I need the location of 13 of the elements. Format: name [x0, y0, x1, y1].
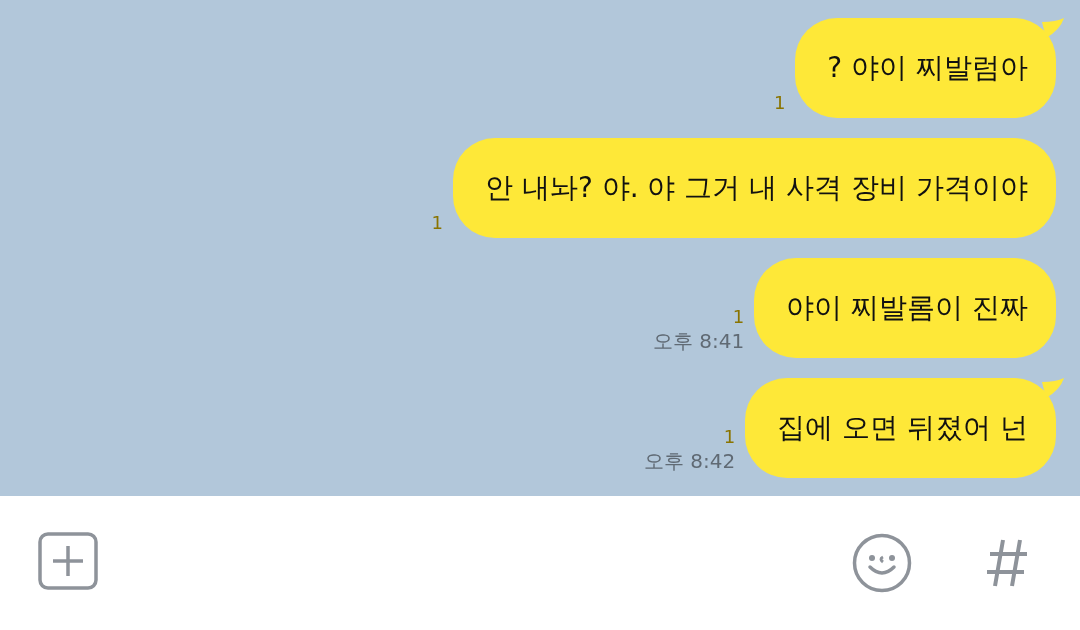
message-time: 오후 8:41 — [652, 328, 745, 354]
unread-count: 1 — [723, 426, 736, 448]
add-icon[interactable] — [38, 532, 98, 590]
emoji-icon[interactable] — [852, 533, 912, 593]
message-bubble: ? 야이 찌발럼아 — [795, 18, 1056, 118]
hashtag-icon[interactable] — [986, 538, 1028, 588]
unread-count: 1 — [732, 306, 745, 328]
unread-count: 1 — [431, 212, 444, 234]
message-bubble: 안 내놔? 야. 야 그거 내 사격 장비 가격이야 — [453, 138, 1056, 238]
message-time: 오후 8:42 — [644, 448, 736, 474]
message-bubble: 집에 오면 뒤졌어 넌 — [745, 378, 1056, 478]
unread-count: 1 — [773, 92, 786, 114]
message-bubble: 야이 찌발롬이 진짜 — [754, 258, 1056, 358]
